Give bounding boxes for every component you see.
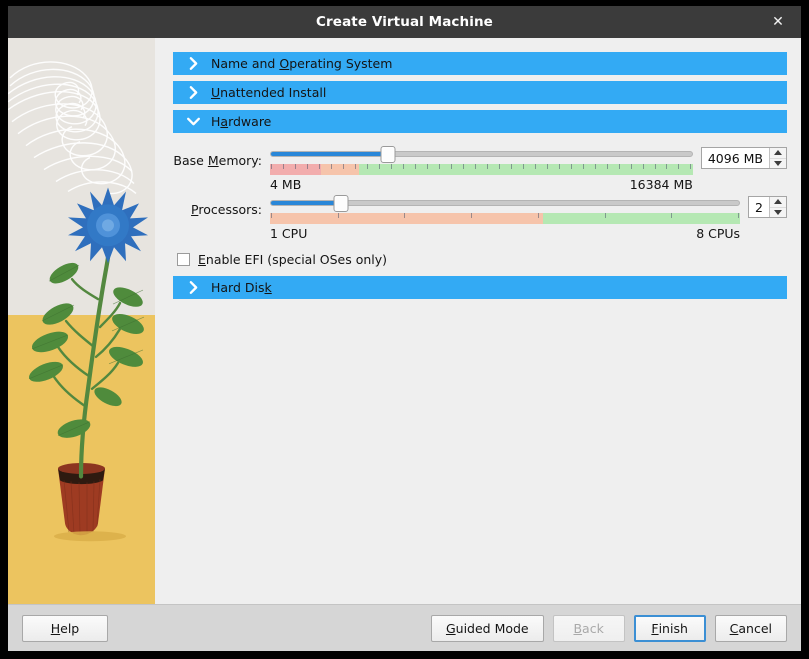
processors-min-label: 1 CPU xyxy=(270,226,308,241)
processors-tick-bar xyxy=(270,213,741,224)
processors-slider-column: 1 CPU 8 CPUs xyxy=(262,194,748,241)
base-memory-min-label: 4 MB xyxy=(270,177,302,192)
dialog-body: Name and Operating System Unattended Ins… xyxy=(8,38,801,604)
section-header-unattended-install[interactable]: Unattended Install xyxy=(173,81,787,104)
help-button[interactable]: Help xyxy=(22,614,108,642)
base-memory-value[interactable]: 4096 MB xyxy=(701,148,769,168)
cancel-button[interactable]: Cancel xyxy=(714,614,787,642)
base-memory-max-label: 16384 MB xyxy=(629,177,693,192)
section-title-hardware: Hardware xyxy=(211,114,272,129)
enable-efi-checkbox-row[interactable]: Enable EFI (special OSes only) xyxy=(177,252,787,267)
base-memory-label: Base Memory: xyxy=(173,153,262,168)
processors-value[interactable]: 2 xyxy=(749,197,769,217)
finish-button[interactable]: Finish xyxy=(633,614,706,642)
arrow-up-icon xyxy=(774,150,782,156)
base-memory-slider-groove xyxy=(270,151,693,157)
processors-spinbox[interactable]: 2 xyxy=(748,196,787,218)
hardware-section-content: Base Memory: 4 MB 16384 MB 4096 MB Proce… xyxy=(173,139,787,267)
create-virtual-machine-dialog: Create Virtual Machine ✕ Name and Operat… xyxy=(8,6,801,651)
guided-mode-button[interactable]: Guided Mode xyxy=(430,614,544,642)
base-memory-slider-fill xyxy=(271,152,389,156)
window-title: Create Virtual Machine xyxy=(316,14,493,30)
base-memory-slider[interactable] xyxy=(270,145,693,163)
section-header-name-and-operating-system[interactable]: Name and Operating System xyxy=(173,52,787,75)
chevron-right-icon xyxy=(189,281,198,294)
chevron-right-icon xyxy=(189,86,198,99)
illustration-art xyxy=(8,61,148,542)
processors-label: Processors: xyxy=(191,202,262,217)
base-memory-spin-column: 4096 MB xyxy=(700,145,787,169)
base-memory-row: Base Memory: 4 MB 16384 MB 4096 MB xyxy=(173,145,787,192)
processors-decrement-button[interactable] xyxy=(770,208,786,218)
base-memory-spin-arrows xyxy=(769,148,786,168)
chevron-down-icon xyxy=(187,117,200,126)
base-memory-decrement-button[interactable] xyxy=(770,159,786,169)
base-memory-ticks xyxy=(270,164,693,175)
dialog-button-bar: Help Guided Mode Back Finish Cancel xyxy=(8,604,801,651)
arrow-down-icon xyxy=(774,209,782,215)
section-title-name-and-operating-system: Name and Operating System xyxy=(211,56,393,71)
processors-max-label: 8 CPUs xyxy=(696,226,741,241)
section-title-unattended-install: Unattended Install xyxy=(211,85,327,100)
processors-ticks xyxy=(270,213,740,224)
close-icon[interactable]: ✕ xyxy=(765,6,791,38)
back-button: Back xyxy=(552,614,625,642)
arrow-up-icon xyxy=(774,199,782,205)
base-memory-range-labels: 4 MB 16384 MB xyxy=(270,177,693,192)
section-title-hard-disk: Hard Disk xyxy=(211,280,272,295)
processors-slider-handle[interactable] xyxy=(333,195,348,212)
base-memory-spinbox[interactable]: 4096 MB xyxy=(700,147,787,169)
title-bar: Create Virtual Machine ✕ xyxy=(8,6,801,38)
processors-range-labels: 1 CPU 8 CPUs xyxy=(270,226,740,241)
processors-row: Processors: 1 CPU 8 CPUs 2 xyxy=(173,194,787,241)
chevron-right-icon xyxy=(189,57,198,70)
processors-increment-button[interactable] xyxy=(770,197,786,208)
plant-in-pot-illustration xyxy=(8,38,155,604)
arrow-down-icon xyxy=(774,160,782,166)
base-memory-slider-column: 4 MB 16384 MB xyxy=(262,145,701,192)
base-memory-increment-button[interactable] xyxy=(770,148,786,159)
base-memory-slider-handle[interactable] xyxy=(380,146,396,163)
processors-slider-fill xyxy=(271,201,342,205)
enable-efi-label: Enable EFI (special OSes only) xyxy=(198,252,388,267)
processors-spin-arrows xyxy=(769,197,786,217)
processors-slider[interactable] xyxy=(270,194,741,212)
section-header-hardware[interactable]: Hardware xyxy=(173,110,787,133)
base-memory-tick-bar xyxy=(270,164,693,175)
main-panel: Name and Operating System Unattended Ins… xyxy=(155,38,801,604)
enable-efi-checkbox[interactable] xyxy=(177,253,190,266)
processors-spin-column: 2 xyxy=(748,194,787,218)
section-header-hard-disk[interactable]: Hard Disk xyxy=(173,276,787,299)
